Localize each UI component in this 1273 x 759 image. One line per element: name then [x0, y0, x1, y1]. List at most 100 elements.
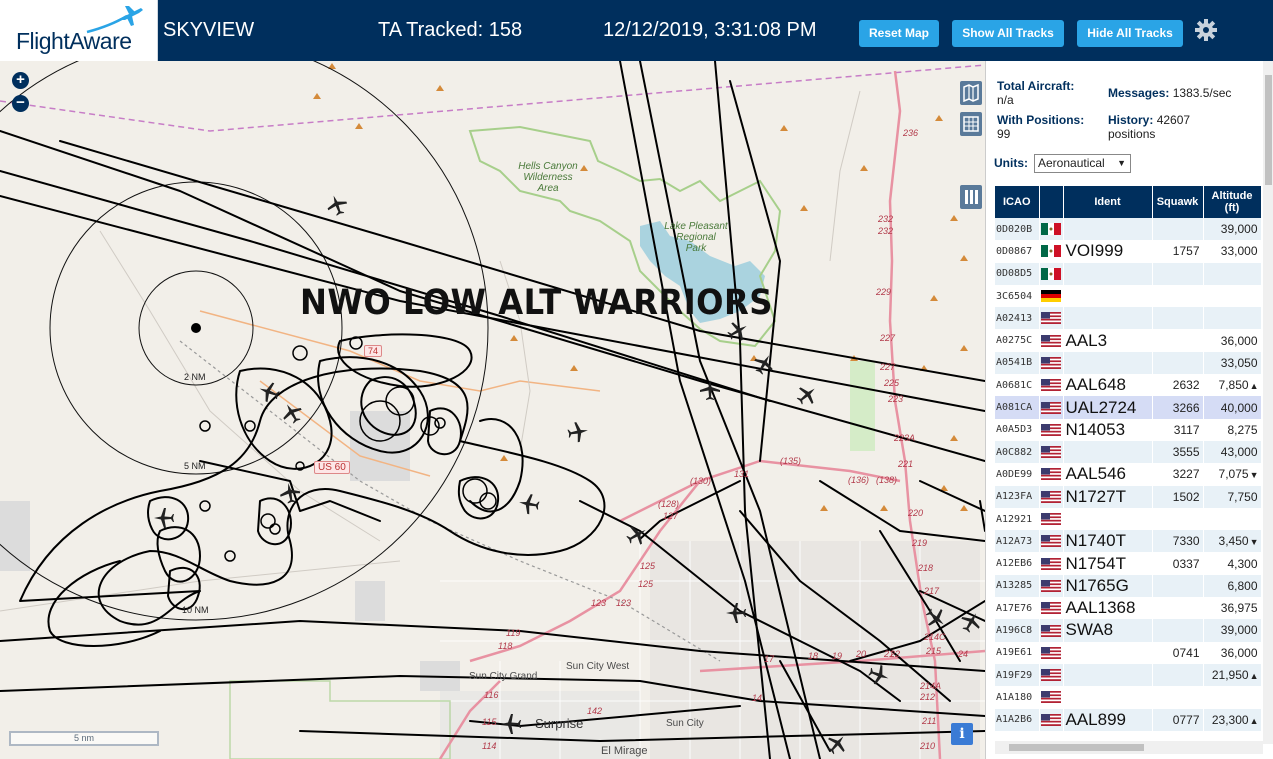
table-row[interactable]: A0DE99 AAL546 3227 7,075▼ — [995, 463, 1261, 486]
aircraft-icon[interactable] — [699, 379, 721, 401]
settings-gear-icon[interactable] — [1193, 17, 1219, 43]
table-row[interactable]: A196C8 SWA8 39,000 — [995, 619, 1261, 642]
icao-cell: 0D020B — [995, 218, 1040, 241]
flag-us-icon — [1041, 669, 1061, 682]
table-row[interactable]: A0681C AAL648 2632 7,850▲ — [995, 374, 1261, 397]
zoom-out-button[interactable]: − — [12, 95, 29, 112]
messages-label: Messages: — [1108, 86, 1170, 100]
road-number: 232 — [878, 214, 894, 224]
vertical-scrollbar[interactable] — [1263, 61, 1273, 744]
altitude-cell: 36,000 — [1203, 641, 1261, 664]
road-number: 218 — [918, 563, 934, 573]
flag-cell — [1039, 507, 1064, 531]
table-row[interactable]: A0275C AAL3 36,000 — [995, 329, 1261, 352]
aircraft-table-body: 0D020B 39,000 0D0867 VOI999 1757 33,000 0D08D5… — [995, 218, 1261, 731]
table-row[interactable]: 0D08D5 — [995, 262, 1261, 285]
column-header-flag[interactable] — [1039, 186, 1064, 218]
flag-us-icon — [1041, 334, 1061, 347]
table-row[interactable]: 0D0867 VOI999 1757 33,000 — [995, 240, 1261, 263]
horizontal-scroll-thumb[interactable] — [1009, 744, 1144, 751]
aircraft-icon[interactable] — [500, 713, 522, 735]
flag-cell — [1039, 307, 1064, 330]
map-layers-icon[interactable] — [960, 81, 982, 105]
table-row[interactable]: A0C882 3555 43,000 — [995, 440, 1261, 464]
icao-cell: A1A2B6 — [995, 708, 1040, 731]
altitude-value: 7,075 — [1218, 467, 1249, 482]
table-row[interactable]: A123FA N1727T 1502 7,750 — [995, 485, 1261, 508]
altitude-trend-icon: ▲ — [1249, 381, 1259, 392]
ident-cell: AAL899 — [1063, 708, 1153, 731]
table-row[interactable]: A081CA UAL2724 3266 40,000 — [995, 396, 1261, 419]
table-row[interactable]: 3C6504 — [995, 284, 1261, 308]
column-header-ident[interactable]: Ident — [1063, 186, 1153, 218]
reset-map-button[interactable]: Reset Map — [859, 20, 939, 47]
altitude-cell: 7,750 — [1203, 485, 1261, 508]
park-label-lake-pleasant: Lake Pleasant Regional Park — [664, 221, 728, 254]
squawk-cell: 3266 — [1152, 396, 1204, 419]
ident-cell: AAL1368 — [1063, 597, 1153, 620]
table-row[interactable]: A1A180 — [995, 686, 1261, 709]
aircraft-icon[interactable] — [565, 419, 590, 444]
grid-icon[interactable] — [960, 112, 982, 136]
altitude-cell: 36,975 — [1203, 597, 1261, 620]
horizontal-scrollbar[interactable] — [995, 741, 1263, 754]
aircraft-icon[interactable] — [516, 491, 541, 516]
squawk-cell — [1152, 284, 1204, 308]
flag-us-icon — [1041, 579, 1061, 592]
zoom-in-button[interactable]: + — [12, 72, 29, 89]
aircraft-table: ICAO Ident Squawk Altitude (ft) 0D020B 39… — [995, 186, 1261, 731]
tracked-count: TA Tracked: 158 — [378, 19, 523, 41]
vertical-scroll-thumb[interactable] — [1265, 75, 1272, 185]
aircraft-icon[interactable] — [725, 602, 747, 624]
ring-label-2nm: 2 NM — [184, 372, 206, 382]
icao-cell: A0275C — [995, 329, 1040, 352]
altitude-value: 40,000 — [1220, 400, 1258, 415]
table-row[interactable]: A02413 — [995, 307, 1261, 330]
skyview-app: FlightAware SKYVIEW TA Tracked: 158 12/1… — [0, 0, 1273, 759]
place-sun-city-west: Sun City West — [566, 661, 630, 672]
column-header-altitude[interactable]: Altitude (ft) — [1203, 186, 1261, 218]
us60-shield: US 60 — [314, 461, 350, 474]
road-number: 21 — [884, 649, 895, 659]
column-header-squawk[interactable]: Squawk — [1152, 186, 1204, 218]
aircraft-table-container[interactable]: ICAO Ident Squawk Altitude (ft) 0D020B 39… — [995, 186, 1261, 739]
flag-cell — [1039, 418, 1064, 441]
road-number: 223 — [888, 394, 904, 404]
table-row[interactable]: A0A5D3 N14053 3117 8,275 — [995, 418, 1261, 441]
squawk-cell — [1152, 351, 1204, 375]
flightaware-logo[interactable]: FlightAware — [0, 0, 158, 61]
table-row[interactable]: A12EB6 N1754T 0337 4,300 — [995, 552, 1261, 575]
table-row[interactable]: A0541B 33,050 — [995, 351, 1261, 375]
info-button[interactable]: i — [951, 723, 973, 745]
altitude-trend-icon: ▲ — [1249, 671, 1259, 682]
road-number: 217 — [924, 586, 940, 596]
table-row[interactable]: A17E76 AAL1368 36,975 — [995, 597, 1261, 620]
icao-cell: A12A73 — [995, 530, 1040, 553]
squawk-cell — [1152, 507, 1204, 531]
total-aircraft-stat: Total Aircraft: n/a — [997, 79, 1074, 107]
map-canvas[interactable]: NWO LOW ALT WARRIORS 2 NM 5 NM 10 NM Hel… — [0, 61, 985, 759]
column-toggle-icon[interactable] — [960, 185, 982, 209]
squawk-cell: 3117 — [1152, 418, 1204, 441]
table-row[interactable]: A12921 — [995, 507, 1261, 531]
hide-all-tracks-button[interactable]: Hide All Tracks — [1077, 20, 1183, 47]
table-row[interactable]: A12A73 N1740T 7330 3,450▼ — [995, 530, 1261, 553]
aircraft-icon[interactable] — [277, 480, 302, 505]
table-row[interactable]: A1A2B6 AAL899 0777 23,300▲ — [995, 708, 1261, 731]
units-select[interactable]: Aeronautical ▼ — [1034, 154, 1131, 173]
icao-cell: A02413 — [995, 307, 1040, 330]
aircraft-icon[interactable] — [153, 507, 175, 529]
ident-cell: N1765G — [1063, 574, 1153, 598]
table-row[interactable]: A19E61 0741 36,000 — [995, 641, 1261, 664]
flag-cell — [1039, 240, 1064, 263]
table-row[interactable]: A19F29 21,950▲ — [995, 663, 1261, 687]
road-number: (135) — [780, 456, 802, 466]
table-row[interactable]: 0D020B 39,000 — [995, 218, 1261, 241]
flag-cell — [1039, 686, 1064, 709]
road-number: 127 — [663, 511, 679, 521]
table-row[interactable]: A13285 N1765G 6,800 — [995, 574, 1261, 598]
ident-cell — [1063, 307, 1153, 330]
show-all-tracks-button[interactable]: Show All Tracks — [952, 20, 1064, 47]
icao-cell: A19F29 — [995, 663, 1040, 687]
column-header-icao[interactable]: ICAO — [995, 186, 1040, 218]
